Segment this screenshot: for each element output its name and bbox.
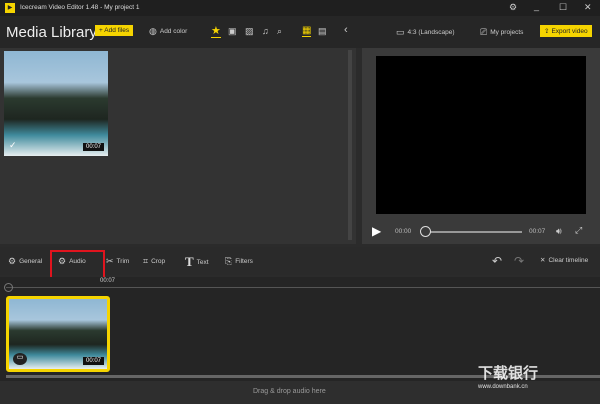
upload-icon: ⇪ [544, 28, 550, 35]
tool-label: Filters [235, 258, 253, 265]
tool-label: Crop [151, 258, 166, 265]
scrollbar[interactable] [348, 50, 352, 240]
crop-tool[interactable]: ⌗ Crop [143, 256, 165, 267]
image-filter-icon[interactable]: ▨ [245, 26, 254, 37]
add-color-button[interactable]: ◍ Add color [149, 26, 187, 37]
media-library-panel: ✓ 00:07 [0, 48, 356, 244]
watermark-text: 下载银行 [478, 365, 539, 382]
page-title: Media Library [6, 24, 97, 41]
favorites-filter-icon[interactable]: ★ [211, 24, 221, 38]
settings-icon[interactable]: ⚙ [509, 2, 517, 13]
app-logo-icon: ▶ [5, 3, 15, 13]
scissors-icon: ✂ [106, 256, 114, 266]
my-projects-label: My projects [490, 29, 524, 36]
check-icon: ✓ [9, 140, 17, 150]
watermark-url: www.downbank.cn [478, 384, 528, 390]
grid-view-icon[interactable]: ▦ [302, 25, 312, 37]
add-files-button[interactable]: + Add files [95, 25, 134, 36]
toolbar: Media Library + Add files ◍ Add color ★ ▣… [0, 16, 600, 48]
close-button[interactable]: ✕ [584, 2, 592, 13]
palette-icon: ◍ [149, 26, 157, 36]
title-bar: ▶ Icecream Video Editor 1.48 - My projec… [0, 0, 600, 16]
clip-settings-icon[interactable]: ▭ [13, 353, 27, 365]
crop-icon: ⌗ [143, 256, 149, 266]
aspect-ratio-label: 4:3 (Landscape) [407, 29, 455, 36]
time-marker: 00:07 [100, 278, 116, 284]
filters-icon: ⎘ [225, 256, 233, 266]
music-filter-icon[interactable]: ♫ [262, 26, 269, 36]
export-video-button[interactable]: ⇪ Export video [540, 25, 592, 37]
video-preview [376, 56, 586, 214]
tool-label: General [19, 258, 43, 265]
list-view-icon[interactable]: ▤ [318, 26, 327, 37]
trim-tool[interactable]: ✂ Trim [106, 256, 129, 267]
filters-tool[interactable]: ⎘ Filters [225, 256, 253, 267]
collapse-icon[interactable]: ‹ [344, 24, 348, 36]
general-tool[interactable]: ⚙ General [8, 256, 42, 267]
film-icon: ▭ [396, 27, 405, 37]
gear-icon: ⚙ [8, 256, 17, 266]
add-color-label: Add color [159, 28, 188, 35]
watermark: 下载银行 www.downbank.cn [478, 362, 538, 390]
video-filter-icon[interactable]: ▣ [228, 26, 237, 37]
playhead[interactable] [4, 283, 13, 292]
play-button[interactable]: ▶ [372, 224, 381, 238]
camera-icon: ⎚ [480, 27, 488, 37]
media-duration: 00:07 [82, 143, 104, 151]
window-title: Icecream Video Editor 1.48 - My project … [20, 4, 140, 11]
clear-timeline-label: Clear timeline [548, 256, 589, 264]
seek-bar[interactable] [422, 231, 522, 233]
aspect-ratio-button[interactable]: ▭ 4:3 (Landscape) [396, 27, 455, 38]
app-title: Icecream Video Editor 1.48 [20, 4, 99, 11]
undo-icon[interactable]: ↶ [492, 254, 502, 268]
text-tool[interactable]: T Text [185, 254, 209, 270]
current-time: 00:00 [395, 228, 412, 235]
media-item[interactable]: ✓ 00:07 [4, 51, 108, 156]
volume-icon[interactable]: 🔊︎ [556, 226, 562, 237]
audio-drop-hint: Drag & drop audio here [253, 388, 326, 395]
title-separator: - [100, 4, 103, 11]
tool-label: Text [196, 258, 209, 266]
total-time: 00:07 [529, 228, 546, 235]
clip-duration: 00:07 [82, 357, 104, 365]
text-icon: T [185, 254, 194, 269]
project-name: My project 1 [104, 4, 140, 11]
fullscreen-icon[interactable]: ⤢ [575, 225, 582, 236]
export-label: Export video [551, 27, 588, 35]
clear-timeline-button[interactable]: ✕ Clear timeline [540, 256, 589, 265]
search-icon[interactable]: ⌕ [277, 26, 282, 37]
my-projects-button[interactable]: ⎚ My projects [480, 27, 523, 38]
close-icon: ✕ [540, 257, 546, 264]
seek-handle[interactable] [420, 226, 431, 237]
tool-label: Trim [116, 258, 130, 265]
timeline-clip[interactable]: ▭ 00:07 [6, 296, 110, 372]
maximize-button[interactable]: ☐ [559, 2, 567, 13]
ruler [6, 287, 600, 288]
minimize-button[interactable]: _ [534, 1, 539, 11]
redo-icon[interactable]: ↷ [514, 254, 524, 268]
